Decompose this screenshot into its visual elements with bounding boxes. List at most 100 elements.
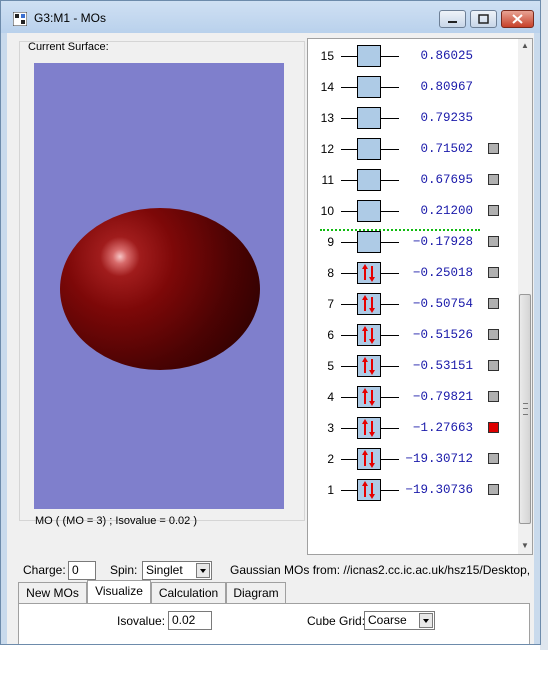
- mo-level-line: [381, 397, 399, 398]
- mo-visualize-checkbox[interactable]: [488, 391, 499, 402]
- mo-level-box[interactable]: [357, 479, 381, 501]
- mo-energy: 0.21200: [420, 204, 473, 218]
- spin-up-arrow-icon: [362, 388, 368, 404]
- scroll-down-icon[interactable]: ▼: [521, 541, 529, 550]
- mo-level-line: [341, 211, 357, 212]
- mo-level-box[interactable]: [357, 45, 381, 67]
- close-button[interactable]: [501, 10, 534, 28]
- mo-level-box[interactable]: [357, 107, 381, 129]
- mo-energy: −0.53151: [412, 359, 473, 373]
- mo-energy: −0.17928: [412, 235, 473, 249]
- surface-viewport[interactable]: [34, 63, 284, 509]
- mo-level-box[interactable]: [357, 293, 381, 315]
- mo-level-box[interactable]: [357, 355, 381, 377]
- tab-new-mos[interactable]: New MOs: [18, 582, 87, 603]
- mo-row[interactable]: 14 0.80967: [308, 76, 518, 98]
- tab-visualize[interactable]: Visualize: [87, 580, 151, 603]
- mo-level-box[interactable]: [357, 138, 381, 160]
- spin-down-arrow-icon: [369, 421, 375, 437]
- mo-level-line: [381, 149, 399, 150]
- mo-level-box[interactable]: [357, 231, 381, 253]
- mo-number: 8: [327, 266, 334, 280]
- mo-row[interactable]: 10 0.21200: [308, 200, 518, 222]
- spin-select[interactable]: Singlet: [142, 561, 212, 580]
- mo-level-box[interactable]: [357, 448, 381, 470]
- mo-visualize-checkbox[interactable]: [488, 143, 499, 154]
- spin-value: Singlet: [146, 563, 183, 577]
- title-bar[interactable]: G3:M1 - MOs: [1, 1, 540, 33]
- mo-level-box[interactable]: [357, 200, 381, 222]
- mo-row[interactable]: 9 −0.17928: [308, 231, 518, 253]
- mo-energy: −0.25018: [412, 266, 473, 280]
- mo-level-line: [381, 428, 399, 429]
- mo-level-line: [381, 366, 399, 367]
- mo-row[interactable]: 15 0.86025: [308, 45, 518, 67]
- mo-energy: 0.86025: [420, 49, 473, 63]
- mo-row[interactable]: 1 −19.30736: [308, 479, 518, 501]
- spin-down-arrow-icon: [369, 359, 375, 375]
- mo-level-line: [381, 56, 399, 57]
- mo-row[interactable]: 2 −19.30712: [308, 448, 518, 470]
- tab-diagram[interactable]: Diagram: [226, 582, 286, 603]
- scroll-up-icon[interactable]: ▲: [521, 41, 529, 50]
- mo-row[interactable]: 7 −0.50754: [308, 293, 518, 315]
- minimize-button[interactable]: [439, 10, 466, 28]
- mo-visualize-checkbox[interactable]: [488, 236, 499, 247]
- mo-row[interactable]: 11 0.67695: [308, 169, 518, 191]
- chevron-down-icon[interactable]: [419, 613, 433, 628]
- client-area: Current Surface: MO ( (MO = 3) ; Isovalu…: [7, 33, 534, 644]
- spin-up-arrow-icon: [362, 419, 368, 435]
- mo-window: G3:M1 - MOs Current Surface: MO ( (MO = …: [0, 0, 541, 645]
- mo-level-box[interactable]: [357, 76, 381, 98]
- mo-visualize-checkbox[interactable]: [488, 422, 499, 433]
- close-icon: [512, 14, 523, 24]
- mo-row[interactable]: 13 0.79235: [308, 107, 518, 129]
- mo-level-line: [341, 56, 357, 57]
- tab-calculation[interactable]: Calculation: [151, 582, 226, 603]
- mo-scrollbar[interactable]: ▲ ▼: [518, 39, 532, 554]
- mo-level-line: [341, 428, 357, 429]
- mo-level-line: [381, 459, 399, 460]
- mo-row[interactable]: 5 −0.53151: [308, 355, 518, 377]
- mo-visualize-checkbox[interactable]: [488, 329, 499, 340]
- mo-row[interactable]: 6 −0.51526: [308, 324, 518, 346]
- mo-row[interactable]: 12 0.71502: [308, 138, 518, 160]
- mo-visualize-checkbox[interactable]: [488, 174, 499, 185]
- mo-number: 4: [327, 390, 334, 404]
- mo-level-box[interactable]: [357, 386, 381, 408]
- maximize-button[interactable]: [470, 10, 497, 28]
- mo-row[interactable]: 3 −1.27663: [308, 417, 518, 439]
- mo-level-box[interactable]: [357, 324, 381, 346]
- mo-level-box[interactable]: [357, 262, 381, 284]
- cube-grid-value: Coarse: [368, 613, 407, 627]
- scroll-thumb[interactable]: [519, 294, 531, 524]
- chevron-down-icon[interactable]: [196, 563, 210, 578]
- mo-level-box[interactable]: [357, 417, 381, 439]
- mo-level-line: [341, 490, 357, 491]
- mo-diagram-panel[interactable]: 15 0.86025 14 0.80967 13 0.79235 12 0.71502 11 0.…: [307, 38, 533, 555]
- mo-number: 14: [320, 80, 334, 94]
- mo-visualize-checkbox[interactable]: [488, 484, 499, 495]
- mo-level-line: [381, 273, 399, 274]
- mo-level-line: [341, 397, 357, 398]
- mo-level-line: [341, 366, 357, 367]
- mo-visualize-checkbox[interactable]: [488, 453, 499, 464]
- charge-label: Charge:: [23, 563, 66, 577]
- mo-row[interactable]: 4 −0.79821: [308, 386, 518, 408]
- mo-level-line: [341, 149, 357, 150]
- charge-input[interactable]: 0: [68, 561, 96, 580]
- mo-energy: −0.79821: [412, 390, 473, 404]
- mo-level-line: [341, 273, 357, 274]
- mo-visualize-checkbox[interactable]: [488, 298, 499, 309]
- mo-row[interactable]: 8 −0.25018: [308, 262, 518, 284]
- mo-level-box[interactable]: [357, 169, 381, 191]
- mo-visualize-checkbox[interactable]: [488, 205, 499, 216]
- mo-visualize-checkbox[interactable]: [488, 267, 499, 278]
- grip-icon: [523, 403, 528, 415]
- mo-level-line: [341, 304, 357, 305]
- mo-visualize-checkbox[interactable]: [488, 360, 499, 371]
- isovalue-input[interactable]: 0.02: [168, 611, 212, 630]
- mo-number: 15: [320, 49, 334, 63]
- mo-number: 6: [327, 328, 334, 342]
- cube-grid-select[interactable]: Coarse: [364, 611, 435, 630]
